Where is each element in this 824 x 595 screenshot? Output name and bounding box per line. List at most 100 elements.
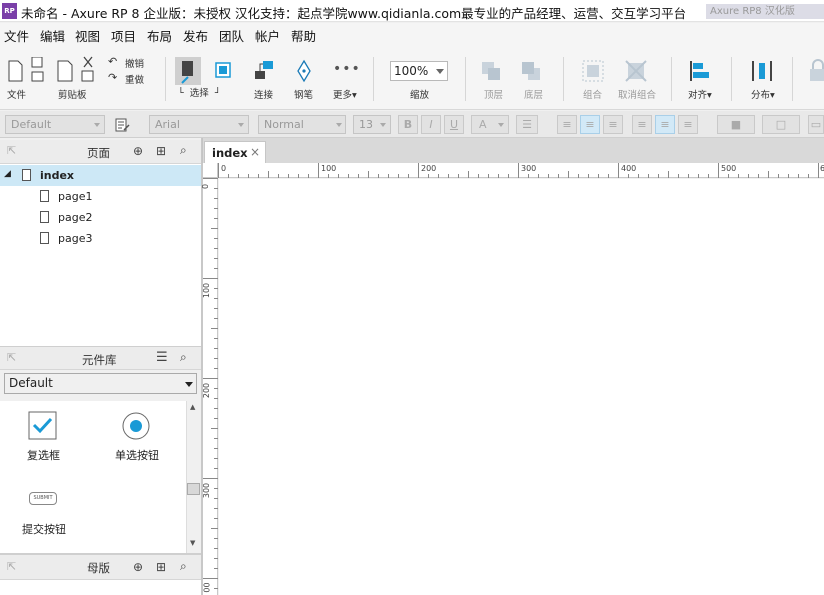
bring-to-front-icon[interactable] [480, 60, 504, 84]
scroll-up-icon[interactable]: ▲ [190, 403, 195, 411]
collapse-icon[interactable]: ⇱ [7, 351, 16, 364]
tree-item-page1[interactable]: page1 [0, 186, 202, 207]
ungroup-icon[interactable] [624, 59, 648, 83]
connect-button[interactable]: 连接 [254, 87, 273, 101]
bring-to-front-button[interactable]: 顶层 [484, 87, 503, 101]
select-contain-icon[interactable] [211, 58, 235, 82]
pen-button[interactable]: 钢笔 [294, 87, 313, 101]
background-window-tab[interactable]: Axure RP8 汉化版 [706, 4, 824, 19]
italic-button[interactable]: I [421, 115, 441, 134]
distribute-button[interactable]: 分布▾ [751, 87, 775, 101]
file-group-label: 文件 [7, 90, 27, 101]
submit-button-widget-label[interactable]: 提交按钮 [22, 521, 66, 537]
close-icon[interactable]: × [250, 145, 260, 159]
group-icon[interactable] [581, 59, 605, 83]
tree-item-label: index [40, 169, 75, 182]
bold-button[interactable]: B [398, 115, 418, 134]
align-icon[interactable] [688, 59, 712, 85]
checkbox-widget-icon[interactable] [28, 411, 58, 441]
group-button[interactable]: 组合 [583, 87, 602, 101]
new-file-icon[interactable] [6, 57, 46, 87]
send-to-back-button[interactable]: 底层 [524, 87, 543, 101]
align-center-button[interactable]: ≡ [580, 115, 600, 134]
font-weight-select[interactable]: Normal [258, 115, 346, 134]
send-to-back-icon[interactable] [520, 60, 544, 84]
widget-style-select[interactable]: Default [5, 115, 105, 134]
select-group-label: └ 选择 ┘ [178, 88, 221, 99]
tree-item-page3[interactable]: page3 [0, 228, 202, 249]
redo-arrow-icon[interactable]: ↷ [108, 71, 117, 84]
redo-button[interactable]: 重做 [125, 72, 144, 86]
scroll-down-icon[interactable]: ▼ [190, 539, 195, 547]
align-top-button[interactable]: ≡ [632, 115, 652, 134]
paste-icon[interactable] [56, 55, 98, 85]
separator [671, 57, 672, 101]
connect-icon[interactable] [253, 59, 275, 85]
title-bar: RP 未命名 - Axure RP 8 企业版：未授权 汉化支持：起点学院www… [0, 0, 824, 22]
more-button[interactable]: 更多▾ [333, 87, 357, 101]
add-folder-icon[interactable]: ⊞ [156, 560, 166, 574]
collapse-arrow-icon[interactable]: ◢ [4, 169, 11, 179]
radio-button-widget-label[interactable]: 单选按钮 [115, 447, 159, 463]
search-icon[interactable]: ⌕ [180, 350, 187, 365]
design-canvas[interactable] [219, 179, 824, 595]
search-icon[interactable]: ⌕ [180, 559, 187, 574]
page-icon [40, 190, 49, 202]
underline-button[interactable]: U [444, 115, 464, 134]
add-master-icon[interactable]: ⊕ [133, 560, 143, 574]
add-folder-icon[interactable]: ⊞ [156, 144, 166, 158]
menu-edit[interactable]: 编辑 [40, 26, 65, 45]
menu-project[interactable]: 项目 [111, 26, 136, 45]
collapse-icon[interactable]: ⇱ [7, 144, 16, 157]
search-icon[interactable]: ⌕ [180, 143, 187, 158]
lock-icon[interactable] [808, 59, 824, 85]
align-bottom-button[interactable]: ≡ [678, 115, 698, 134]
checkbox-widget-label[interactable]: 复选框 [27, 447, 60, 463]
style-editor-icon[interactable] [114, 117, 130, 133]
menu-view[interactable]: 视图 [75, 26, 100, 45]
add-page-icon[interactable]: ⊕ [133, 144, 143, 158]
ungroup-button[interactable]: 取消组合 [618, 87, 656, 101]
distribute-icon[interactable] [750, 59, 774, 85]
vertical-ruler: 0 100 200 300 00 [201, 178, 218, 595]
masters-panel-header: ⇱ 母版 ⊕ ⊞ ⌕ [0, 553, 202, 580]
menu-layout[interactable]: 布局 [147, 26, 172, 45]
menu-file[interactable]: 文件 [4, 26, 29, 45]
submit-button-widget-icon[interactable]: SUBMIT [29, 492, 57, 505]
tree-item-index[interactable]: ◢ index [0, 165, 202, 186]
masters-list [0, 580, 202, 595]
pen-icon[interactable] [294, 59, 314, 85]
menu-help[interactable]: 帮助 [291, 26, 316, 45]
masters-panel-title: 母版 [87, 561, 110, 575]
shadow-button[interactable]: □ [762, 115, 800, 134]
scrollbar-thumb[interactable] [187, 483, 200, 495]
more-dots-icon[interactable]: ••• [333, 61, 361, 77]
tree-item-label: page2 [58, 211, 93, 224]
zoom-dropdown-icon[interactable] [436, 69, 444, 74]
library-panel-title: 元件库 [82, 353, 117, 367]
tab-index[interactable]: index × [204, 141, 266, 164]
fill-color-button[interactable]: ■ [717, 115, 755, 134]
menu-icon[interactable]: ☰ [156, 350, 168, 365]
undo-arrow-icon[interactable]: ↶ [108, 55, 117, 68]
radio-button-widget-icon[interactable] [121, 411, 151, 441]
align-left-button[interactable]: ≡ [557, 115, 577, 134]
font-family-select[interactable]: Arial [149, 115, 249, 134]
bullet-list-button[interactable]: ☰ [516, 115, 538, 134]
menu-team[interactable]: 团队 [219, 26, 244, 45]
align-middle-button[interactable]: ≡ [655, 115, 675, 134]
select-intersect-button[interactable] [175, 57, 201, 85]
undo-button[interactable]: 撤销 [125, 56, 144, 70]
align-button[interactable]: 对齐▾ [688, 87, 712, 101]
menu-account[interactable]: 帐户 [255, 26, 280, 45]
library-scrollbar[interactable]: ▲ ▼ [186, 401, 201, 553]
tree-item-page2[interactable]: page2 [0, 207, 202, 228]
library-select[interactable]: Default [4, 373, 197, 394]
ruler-label: 0 [201, 183, 211, 190]
border-color-button[interactable]: ▭ [808, 115, 824, 134]
separator [731, 57, 732, 101]
menu-publish[interactable]: 发布 [183, 26, 208, 45]
ruler-label: 00 [202, 582, 212, 593]
align-right-button[interactable]: ≡ [603, 115, 623, 134]
collapse-icon[interactable]: ⇱ [7, 560, 16, 573]
